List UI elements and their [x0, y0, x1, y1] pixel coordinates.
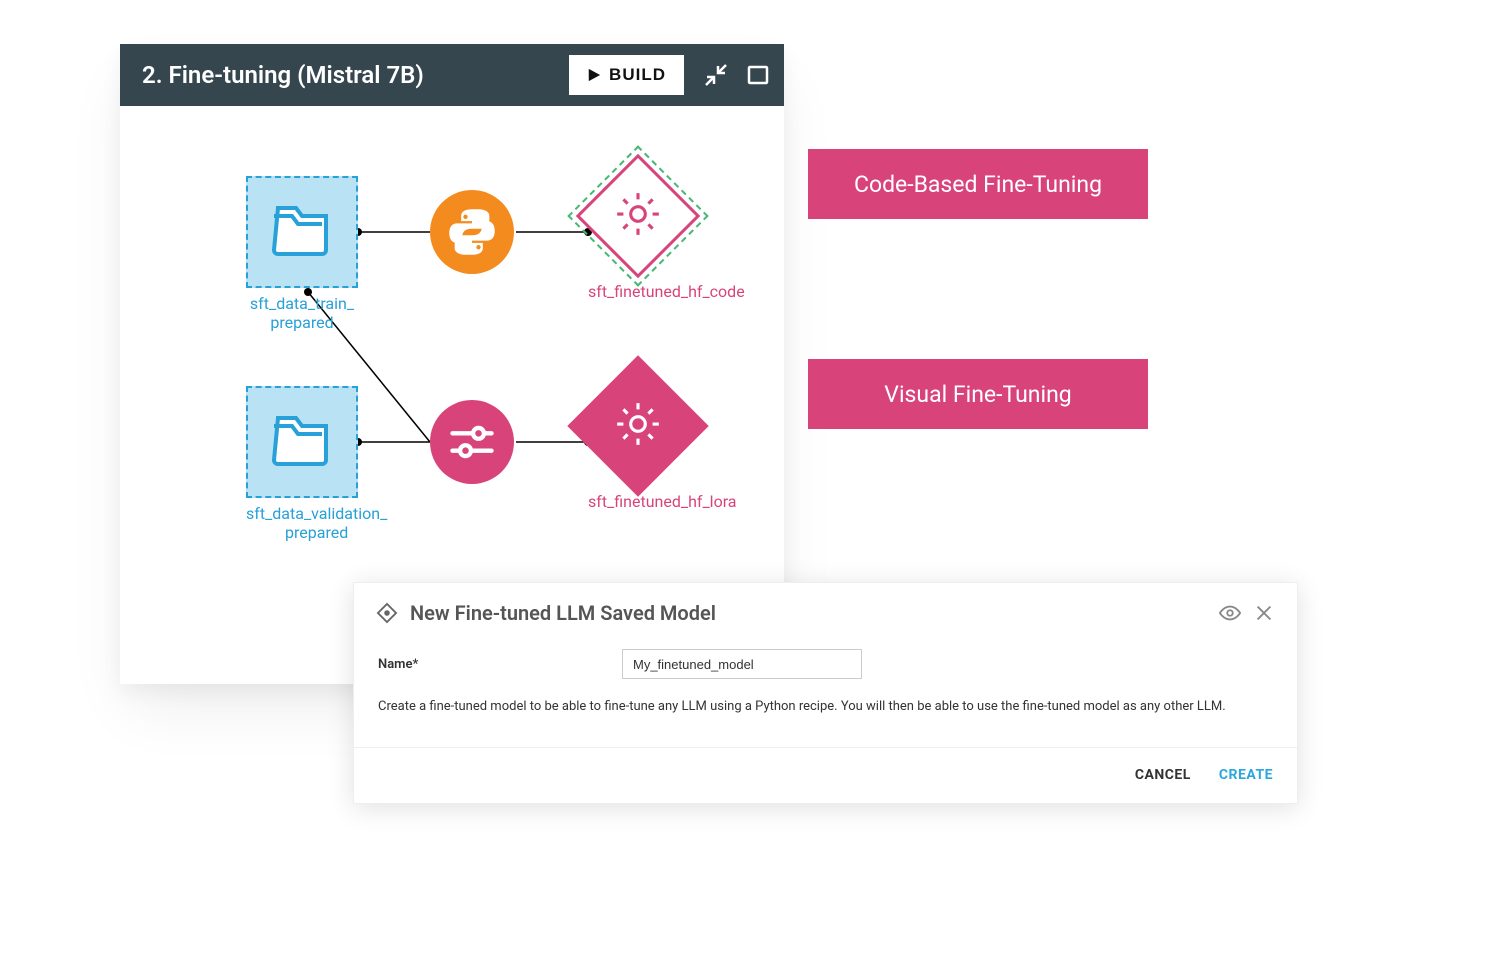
visual-recipe-node[interactable]: [430, 400, 514, 484]
new-model-modal: New Fine-tuned LLM Saved Model Name* Cre…: [353, 582, 1298, 804]
label-code-based: Code-Based Fine-Tuning: [808, 149, 1148, 219]
visual-recipe-circle: [430, 400, 514, 484]
name-label: Name*: [378, 657, 622, 672]
modal-header: New Fine-tuned LLM Saved Model: [354, 583, 1297, 639]
maximize-icon[interactable]: [746, 63, 770, 87]
close-icon[interactable]: [1253, 602, 1275, 624]
gear-icon: [613, 399, 663, 449]
model-lora-diamond: [588, 376, 688, 476]
model-code-diamond: [588, 166, 688, 266]
model-code-label: sft_finetuned_hf_code: [588, 282, 745, 301]
sliders-icon: [446, 416, 498, 468]
dataset-validation-box: [246, 386, 358, 498]
play-icon: [587, 68, 601, 82]
modal-body: Name* Create a fine-tuned model to be ab…: [354, 639, 1297, 747]
flow-panel-header: 2. Fine-tuning (Mistral 7B) BUILD: [120, 44, 784, 106]
modal-footer: CANCEL CREATE: [354, 747, 1297, 803]
dataset-validation-label: sft_data_validation_prepared: [246, 504, 387, 542]
name-input[interactable]: [622, 649, 862, 679]
model-lora-node[interactable]: sft_finetuned_hf_lora: [588, 376, 737, 511]
dataset-train-label: sft_data_train_prepared: [246, 294, 358, 332]
folder-icon: [270, 414, 334, 470]
name-row: Name*: [378, 649, 1273, 679]
dataset-validation-node[interactable]: sft_data_validation_prepared: [246, 386, 387, 542]
build-button-label: BUILD: [609, 65, 666, 85]
create-button[interactable]: CREATE: [1219, 767, 1273, 783]
collapse-icon[interactable]: [704, 63, 728, 87]
label-visual: Visual Fine-Tuning: [808, 359, 1148, 429]
modal-title: New Fine-tuned LLM Saved Model: [410, 601, 1207, 625]
dataset-train-box: [246, 176, 358, 288]
gear-diamond-icon: [376, 602, 398, 624]
build-button[interactable]: BUILD: [569, 55, 684, 95]
dataset-train-node[interactable]: sft_data_train_prepared: [246, 176, 358, 332]
python-recipe-circle: [430, 190, 514, 274]
cancel-button[interactable]: CANCEL: [1135, 767, 1191, 783]
python-recipe-node[interactable]: [430, 190, 514, 274]
python-icon: [446, 206, 498, 258]
gear-icon: [613, 189, 663, 239]
flow-title: 2. Fine-tuning (Mistral 7B): [142, 61, 569, 89]
model-code-node[interactable]: sft_finetuned_hf_code: [588, 166, 745, 301]
eye-icon[interactable]: [1219, 602, 1241, 624]
modal-description: Create a fine-tuned model to be able to …: [378, 697, 1273, 717]
model-lora-label: sft_finetuned_hf_lora: [588, 492, 737, 511]
folder-icon: [270, 204, 334, 260]
